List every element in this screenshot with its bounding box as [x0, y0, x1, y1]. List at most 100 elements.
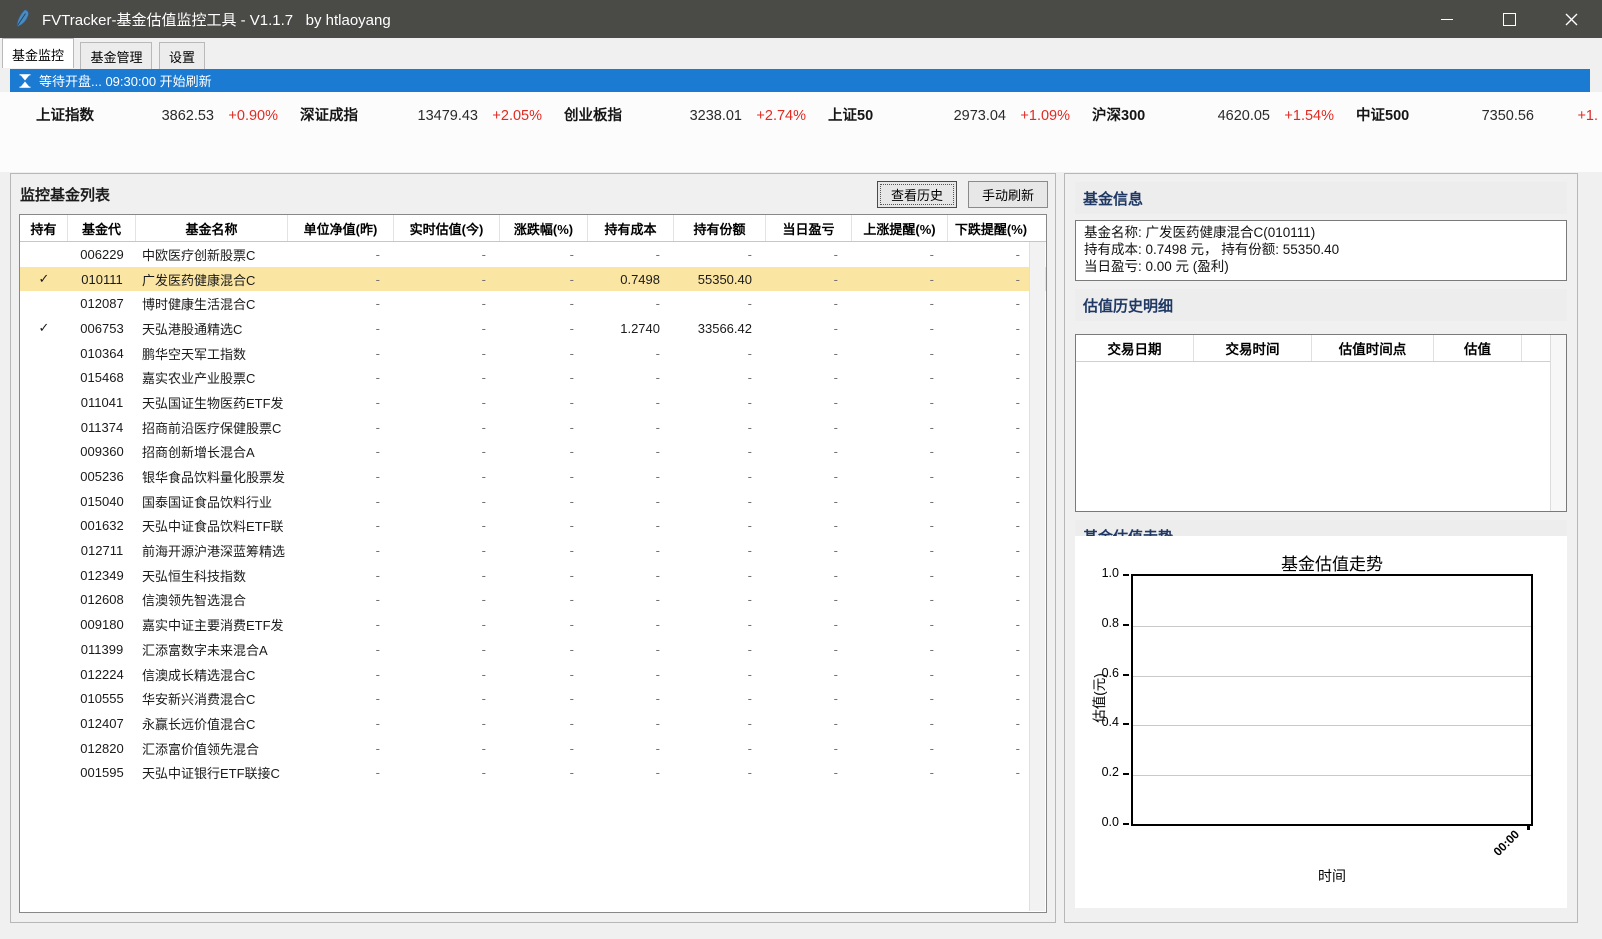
fund-row[interactable]: 012224信澳成长精选混合C-------- [20, 662, 1046, 687]
shares-cell: - [674, 494, 766, 509]
up-alert-cell: - [852, 272, 948, 287]
fund-column-header[interactable]: 实时估值(今) [394, 215, 500, 241]
pl-cell: - [766, 395, 852, 410]
tab-settings[interactable]: 设置 [159, 42, 205, 70]
estimate-cell: - [394, 592, 500, 607]
name-cell: 博时健康生活混合C [136, 294, 288, 313]
fund-table-body: 006229中欧医疗创新股票C--------✓010111广发医药健康混合C-… [20, 242, 1046, 785]
estimate-cell: - [394, 741, 500, 756]
fund-row[interactable]: 010555华安新兴消费混合C-------- [20, 686, 1046, 711]
down-alert-cell: - [948, 667, 1034, 682]
index-name: 深证成指 [300, 104, 388, 125]
pl-cell: - [766, 272, 852, 287]
fund-row[interactable]: 012087博时健康生活混合C-------- [20, 291, 1046, 316]
shares-cell: - [674, 469, 766, 484]
manual-refresh-button[interactable]: 手动刷新 [968, 181, 1048, 208]
chart-y-tick-mark [1123, 624, 1129, 626]
up-alert-cell: - [852, 617, 948, 632]
fund-column-header[interactable]: 基金代 [68, 215, 136, 241]
fund-column-header[interactable]: 涨跌幅(%) [500, 215, 588, 241]
name-cell: 银华食品饮料量化股票发 [136, 467, 288, 486]
index-change: +0.90% [214, 108, 278, 124]
fund-column-header[interactable]: 基金名称 [136, 215, 288, 241]
pl-cell: - [766, 321, 852, 336]
chart-x-tick-label: 00:00 [1491, 827, 1523, 859]
fund-table-scrollbar[interactable] [1029, 242, 1045, 911]
fund-column-header[interactable]: 上涨提醒(%) [852, 215, 948, 241]
fund-row[interactable]: 005236银华食品饮料量化股票发-------- [20, 464, 1046, 489]
fund-row[interactable]: 009180嘉实中证主要消费ETF发-------- [20, 612, 1046, 637]
close-button[interactable] [1540, 0, 1602, 38]
held-cell: ✓ [20, 320, 68, 336]
history-column-header[interactable]: 交易日期 [1076, 335, 1194, 361]
name-cell: 永赢长远价值混合C [136, 714, 288, 733]
close-icon [1565, 13, 1578, 26]
history-table-header: 交易日期交易时间估值时间点估值 [1076, 335, 1566, 362]
history-column-header[interactable]: 估值时间点 [1312, 335, 1434, 361]
pl-cell: - [766, 296, 852, 311]
nav-cell: - [288, 518, 394, 533]
chart-gridline [1133, 676, 1531, 677]
down-alert-cell: - [948, 321, 1034, 336]
change-cell: - [500, 642, 588, 657]
fund-row[interactable]: 001632天弘中证食品饮料ETF联-------- [20, 514, 1046, 539]
chart-y-tick-label: 1.0 [1085, 566, 1119, 580]
fund-row[interactable]: 015040国泰国证食品饮料行业-------- [20, 489, 1046, 514]
fund-column-header[interactable]: 单位净值(昨) [288, 215, 394, 241]
fund-row[interactable]: 012407永赢长远价值混合C-------- [20, 711, 1046, 736]
history-column-header[interactable]: 估值 [1434, 335, 1522, 361]
chart-y-tick-label: 0.2 [1085, 765, 1119, 779]
fund-row[interactable]: 015468嘉实农业产业股票C-------- [20, 365, 1046, 390]
fund-table-header: 持有基金代基金名称单位净值(昨)实时估值(今)涨跌幅(%)持有成本持有份额当日盈… [20, 215, 1046, 242]
fund-row[interactable]: ✓006753天弘港股通精选C---1.274033566.42--- [20, 316, 1046, 341]
name-cell: 广发医药健康混合C [136, 270, 288, 289]
fund-row[interactable]: 011399汇添富数字未来混合A-------- [20, 637, 1046, 662]
view-history-button[interactable]: 查看历史 [877, 181, 957, 208]
nav-cell: - [288, 543, 394, 558]
change-cell: - [500, 667, 588, 682]
fund-row[interactable]: 012820汇添富价值领先混合-------- [20, 736, 1046, 761]
estimate-cell: - [394, 667, 500, 682]
fund-column-header[interactable]: 持有 [20, 215, 68, 241]
valuation-chart: 基金估值走势 1.00.80.60.40.20.0 估值(元) 时间 00:00 [1075, 536, 1567, 908]
name-cell: 汇添富数字未来混合A [136, 640, 288, 659]
nav-cell: - [288, 444, 394, 459]
fund-row[interactable]: 006229中欧医疗创新股票C-------- [20, 242, 1046, 267]
down-alert-cell: - [948, 370, 1034, 385]
fund-row[interactable]: 010364鹏华空天军工指数-------- [20, 341, 1046, 366]
shares-cell: - [674, 617, 766, 632]
name-cell: 华安新兴消费混合C [136, 689, 288, 708]
nav-cell: - [288, 296, 394, 311]
shares-cell: - [674, 642, 766, 657]
up-alert-cell: - [852, 247, 948, 262]
fund-row[interactable]: 011041天弘国证生物医药ETF发-------- [20, 390, 1046, 415]
maximize-button[interactable] [1478, 0, 1540, 38]
fund-row[interactable]: 012711前海开源沪港深蓝筹精选-------- [20, 538, 1046, 563]
pl-cell: - [766, 765, 852, 780]
tab-fund-manage[interactable]: 基金管理 [80, 42, 152, 70]
history-table-scrollbar[interactable] [1550, 335, 1566, 511]
fund-column-header[interactable]: 持有成本 [588, 215, 674, 241]
fund-column-header[interactable]: 当日盈亏 [766, 215, 852, 241]
pl-cell: - [766, 716, 852, 731]
estimate-cell: - [394, 370, 500, 385]
fund-row[interactable]: 012349天弘恒生科技指数-------- [20, 563, 1046, 588]
fund-row[interactable]: 011374招商前沿医疗保健股票C-------- [20, 415, 1046, 440]
fund-row[interactable]: 009360招商创新增长混合A-------- [20, 440, 1046, 465]
minimize-button[interactable] [1416, 0, 1478, 38]
fund-row[interactable]: 012608信澳领先智选混合-------- [20, 588, 1046, 613]
tab-fund-monitor[interactable]: 基金监控 [2, 38, 74, 68]
nav-cell: - [288, 568, 394, 583]
fund-row[interactable]: ✓010111广发医药健康混合C---0.749855350.40--- [20, 267, 1046, 292]
fund-column-header[interactable]: 下跌提醒(%) [948, 215, 1034, 241]
change-cell: - [500, 321, 588, 336]
history-column-header[interactable]: 交易时间 [1194, 335, 1312, 361]
fund-column-header[interactable]: 持有份额 [674, 215, 766, 241]
app-window: FVTracker-基金估值监控工具 - V1.1.7 by htlaoyang… [0, 0, 1602, 939]
nav-cell: - [288, 370, 394, 385]
estimate-cell: - [394, 642, 500, 657]
fund-row[interactable]: 001595天弘中证银行ETF联接C-------- [20, 760, 1046, 785]
index-value: 2973.04 [916, 108, 1006, 124]
estimate-cell: - [394, 247, 500, 262]
chart-x-axis-label: 时间 [1131, 866, 1533, 886]
